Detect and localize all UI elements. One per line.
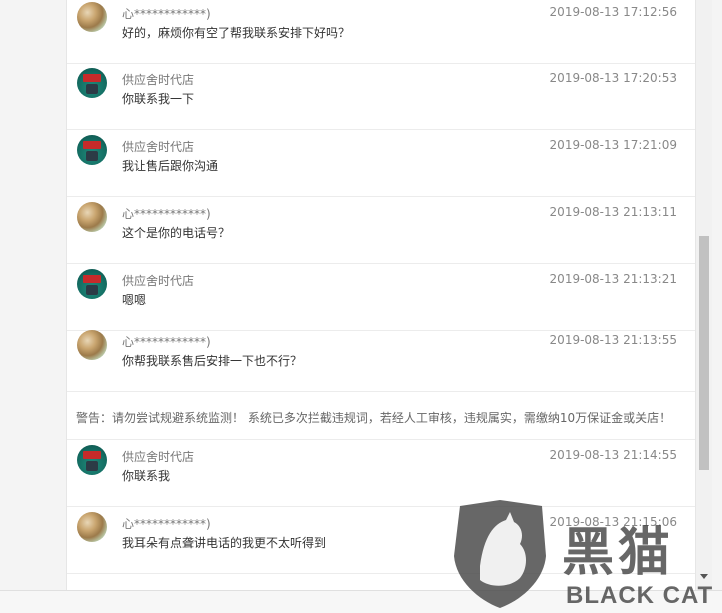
message-text: 你联系我 (122, 469, 171, 483)
message-text: 你联系我一下 (122, 92, 195, 106)
user-avatar-icon (77, 202, 107, 232)
message-text: 我耳朵有点聋讲电话的我更不太听得到 (122, 536, 327, 550)
message-time: 2019-08-13 17:12:56 (549, 5, 677, 19)
user-avatar-icon (77, 330, 107, 360)
message-time: 2019-08-13 21:14:55 (549, 448, 677, 462)
scroll-down-arrow-icon[interactable] (700, 574, 708, 579)
message-item: 心************) 2019-08-13 21:13:11 这个是你的… (67, 198, 695, 264)
message-item: 心************) 2019-08-13 21:13:55 你帮我联系… (67, 326, 695, 392)
message-time: 2019-08-13 17:21:09 (549, 138, 677, 152)
bottom-bar (0, 590, 722, 613)
shop-avatar-icon (77, 68, 107, 98)
message-text: 好的，麻烦你有空了帮我联系安排下好吗？ (122, 26, 351, 40)
message-item: 供应舍时代店 2019-08-13 17:20:53 你联系我一下 (67, 64, 695, 130)
sender-name: 心************) (122, 207, 211, 221)
sender-name: 供应舍时代店 (122, 73, 195, 87)
scrollbar-thumb[interactable] (699, 236, 709, 470)
message-time: 2019-08-13 21:13:11 (549, 205, 677, 219)
message-time: 2019-08-13 17:20:53 (549, 71, 677, 85)
shop-avatar-icon (77, 269, 107, 299)
message-item: 供应舍时代店 2019-08-13 17:21:09 我让售后跟你沟通 (67, 131, 695, 197)
message-item: 供应舍时代店 2019-08-13 21:13:21 嗯嗯 (67, 265, 695, 331)
sender-name: 心************) (122, 7, 211, 21)
message-item: 心************) 2019-08-13 17:12:56 好的，麻烦… (67, 0, 695, 64)
message-text: 这个是你的电话号？ (122, 226, 231, 240)
warning-text: 警告：请勿尝试规避系统监测！ 系统已多次拦截违规词，若经人工审核，违规属实，需缴… (76, 411, 672, 425)
shop-avatar-icon (77, 445, 107, 475)
sender-name: 供应舍时代店 (122, 450, 195, 464)
message-time: 2019-08-13 21:13:21 (549, 272, 677, 286)
scrollbar[interactable] (696, 0, 712, 590)
message-time: 2019-08-13 21:13:55 (549, 333, 677, 347)
message-item: 心************) 2019-08-13 21:15:06 我耳朵有点… (67, 508, 695, 574)
message-item: 供应舍时代店 2019-08-13 21:14:55 你联系我 (67, 441, 695, 507)
shop-avatar-icon (77, 135, 107, 165)
system-warning: 警告：请勿尝试规避系统监测！ 系统已多次拦截违规词，若经人工审核，违规属实，需缴… (67, 392, 695, 440)
message-text: 你帮我联系售后安排一下也不行？ (122, 354, 303, 368)
message-text: 嗯嗯 (122, 293, 147, 307)
user-avatar-icon (77, 2, 107, 32)
user-avatar-icon (77, 512, 107, 542)
message-text: 我让售后跟你沟通 (122, 159, 219, 173)
message-time: 2019-08-13 21:15:06 (549, 515, 677, 529)
chat-history-panel[interactable]: 心************) 2019-08-13 17:12:56 好的，麻烦… (66, 0, 696, 590)
sender-name: 心************) (122, 335, 211, 349)
sender-name: 供应舍时代店 (122, 274, 195, 288)
sender-name: 心************) (122, 517, 211, 531)
sender-name: 供应舍时代店 (122, 140, 195, 154)
